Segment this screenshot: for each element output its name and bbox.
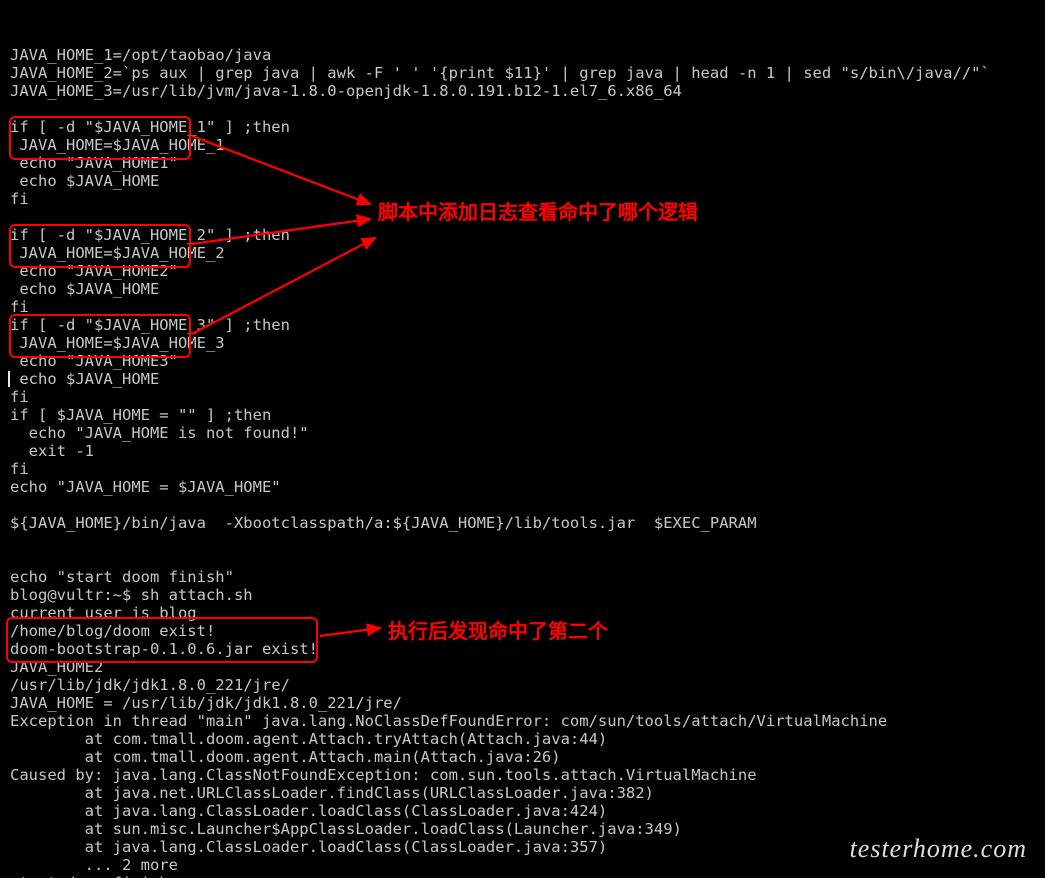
terminal-output: JAVA_HOME_1=/opt/taobao/javaJAVA_HOME_2=…: [0, 0, 1045, 878]
terminal-line: echo "JAVA_HOME1": [10, 154, 1035, 172]
terminal-lines: JAVA_HOME_1=/opt/taobao/javaJAVA_HOME_2=…: [10, 46, 1035, 878]
terminal-line: Exception in thread "main" java.lang.NoC…: [10, 712, 1035, 730]
terminal-line: echo $JAVA_HOME: [10, 370, 1035, 388]
terminal-line: fi: [10, 460, 1035, 478]
terminal-line: blog@vultr:~$ sh attach.sh: [10, 586, 1035, 604]
terminal-line: [10, 496, 1035, 514]
terminal-line: if [ -d "$JAVA_HOME_1" ] ;then: [10, 118, 1035, 136]
terminal-line: at java.lang.ClassLoader.loadClass(Class…: [10, 802, 1035, 820]
terminal-line: if [ -d "$JAVA_HOME_2" ] ;then: [10, 226, 1035, 244]
terminal-line: echo "start doom finish": [10, 568, 1035, 586]
terminal-line: [10, 532, 1035, 550]
terminal-line: JAVA_HOME = /usr/lib/jdk/jdk1.8.0_221/jr…: [10, 694, 1035, 712]
terminal-line: echo "JAVA_HOME3": [10, 352, 1035, 370]
terminal-line: JAVA_HOME=$JAVA_HOME_1: [10, 136, 1035, 154]
terminal-line: /home/blog/doom exist!: [10, 622, 1035, 640]
terminal-line: echo "JAVA_HOME is not found!": [10, 424, 1035, 442]
terminal-line: echo $JAVA_HOME: [10, 280, 1035, 298]
terminal-line: JAVA_HOME_2=`ps aux | grep java | awk -F…: [10, 64, 1035, 82]
watermark: testerhome.com: [850, 834, 1027, 864]
terminal-line: at com.tmall.doom.agent.Attach.tryAttach…: [10, 730, 1035, 748]
terminal-line: JAVA_HOME2: [10, 658, 1035, 676]
terminal-line: current user is blog: [10, 604, 1035, 622]
terminal-line: JAVA_HOME_3=/usr/lib/jvm/java-1.8.0-open…: [10, 82, 1035, 100]
terminal-line: JAVA_HOME=$JAVA_HOME_3: [10, 334, 1035, 352]
terminal-line: /usr/lib/jdk/jdk1.8.0_221/jre/: [10, 676, 1035, 694]
terminal-line: at java.net.URLClassLoader.findClass(URL…: [10, 784, 1035, 802]
terminal-line: at com.tmall.doom.agent.Attach.main(Atta…: [10, 748, 1035, 766]
terminal-line: echo "JAVA_HOME2": [10, 262, 1035, 280]
terminal-line: if [ $JAVA_HOME = "" ] ;then: [10, 406, 1035, 424]
terminal-line: [10, 100, 1035, 118]
caret-mark: [8, 371, 10, 387]
terminal-line: fi: [10, 190, 1035, 208]
terminal-line: fi: [10, 298, 1035, 316]
terminal-line: JAVA_HOME=$JAVA_HOME_2: [10, 244, 1035, 262]
terminal-line: JAVA_HOME_1=/opt/taobao/java: [10, 46, 1035, 64]
terminal-line: Caused by: java.lang.ClassNotFoundExcept…: [10, 766, 1035, 784]
terminal-line: exit -1: [10, 442, 1035, 460]
terminal-line: ${JAVA_HOME}/bin/java -Xbootclasspath/a:…: [10, 514, 1035, 532]
terminal-line: echo $JAVA_HOME: [10, 172, 1035, 190]
terminal-line: echo "JAVA_HOME = $JAVA_HOME": [10, 478, 1035, 496]
terminal-line: fi: [10, 388, 1035, 406]
terminal-line: if [ -d "$JAVA_HOME_3" ] ;then: [10, 316, 1035, 334]
terminal-line: [10, 550, 1035, 568]
terminal-line: doom-bootstrap-0.1.0.6.jar exist!: [10, 640, 1035, 658]
terminal-line: start doom finish: [10, 874, 1035, 878]
terminal-line: [10, 208, 1035, 226]
